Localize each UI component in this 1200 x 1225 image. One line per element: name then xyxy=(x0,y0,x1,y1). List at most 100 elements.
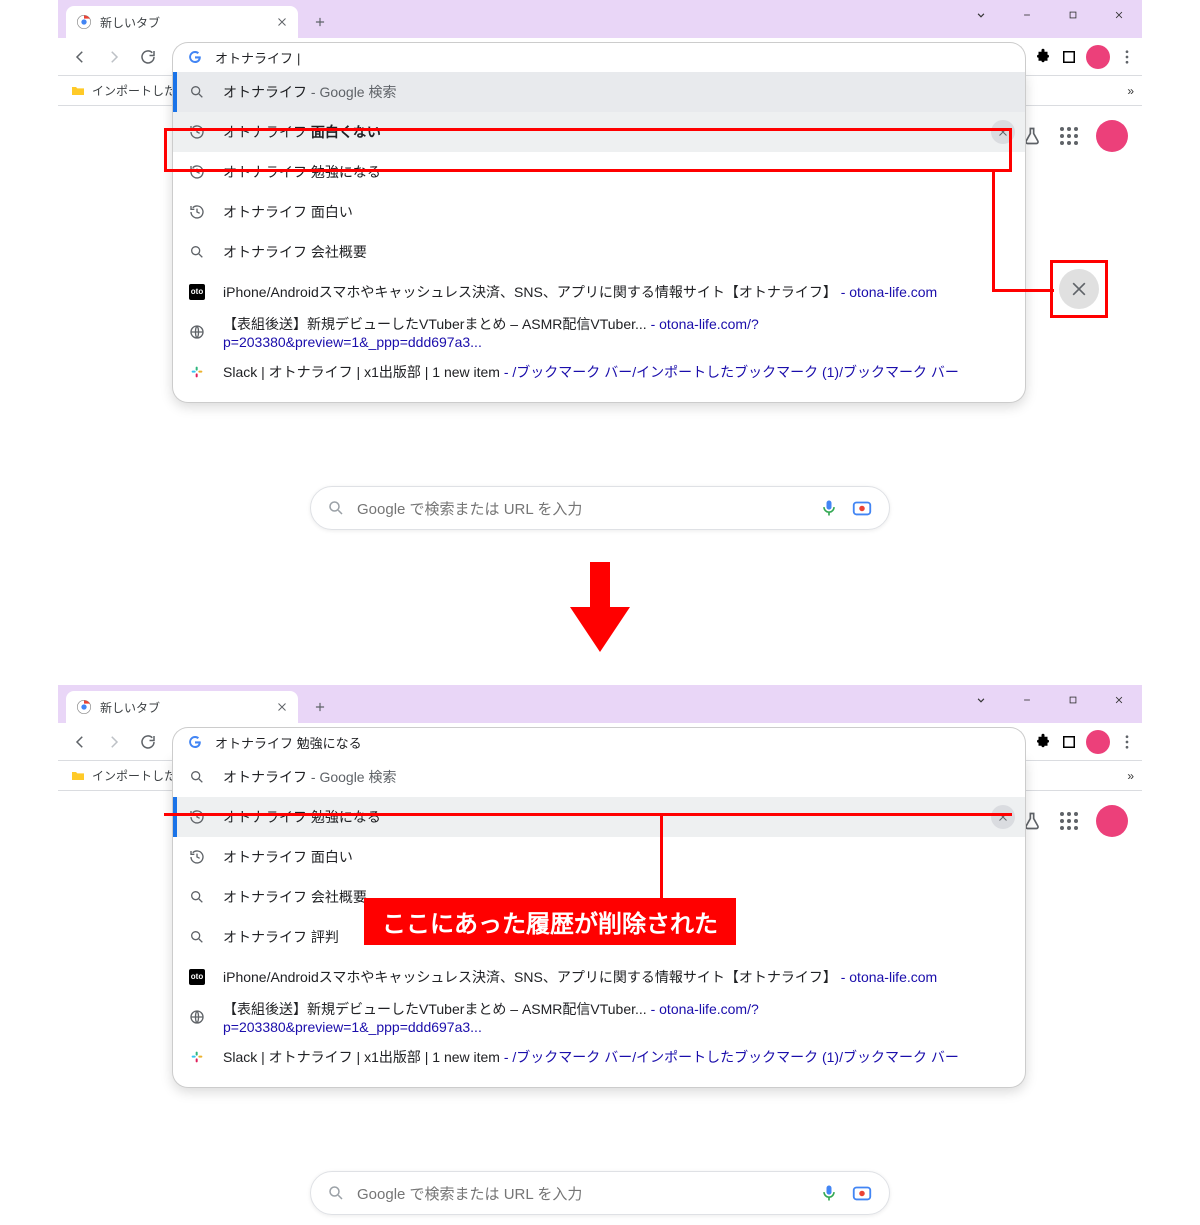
search-icon xyxy=(189,929,205,945)
forward-button[interactable] xyxy=(98,41,130,73)
history-icon xyxy=(189,124,205,140)
down-arrow-annotation xyxy=(570,562,630,657)
omnibox-wrap: オトナライフ オトナライフ - Google 検索 オトナライフ 面白くない オ… xyxy=(172,42,1026,72)
ntp-search-box[interactable]: Google で検索または URL を入力 xyxy=(310,1171,890,1215)
close-icon-zoomed xyxy=(1059,269,1099,309)
close-window-button[interactable] xyxy=(1096,685,1142,715)
site-favicon: oto xyxy=(189,969,205,985)
google-g-icon xyxy=(187,734,203,750)
lens-search-icon[interactable] xyxy=(851,497,873,519)
reload-button[interactable] xyxy=(132,726,164,758)
back-button[interactable] xyxy=(64,41,96,73)
browser-window-after: 新しいタブ オトナライフ 勉強になる オトナライフ - Google 検索 xyxy=(58,685,1142,1219)
browser-tab[interactable]: 新しいタブ xyxy=(66,691,298,723)
history-icon xyxy=(189,164,205,180)
suggestion-bookmark[interactable]: Slack | オトナライフ | x1出版部 | 1 new item - /ブ… xyxy=(173,352,1025,392)
sidepanel-icon[interactable] xyxy=(1060,733,1078,751)
chrome-icon xyxy=(76,699,92,715)
minimize-button[interactable] xyxy=(1004,0,1050,30)
globe-icon xyxy=(189,1009,205,1025)
account-avatar[interactable] xyxy=(1096,805,1128,837)
ntp-search-placeholder: Google で検索または URL を入力 xyxy=(357,498,807,519)
slack-icon xyxy=(189,1049,205,1065)
search-icon xyxy=(189,84,205,100)
history-icon xyxy=(189,204,205,220)
search-icon xyxy=(327,1184,345,1202)
browser-tab[interactable]: 新しいタブ xyxy=(66,6,298,38)
bookmarks-overflow-icon[interactable]: » xyxy=(1127,769,1134,783)
browser-window-before: 新しいタブ オトナライフ オトナライフ - Google 検索 xyxy=(58,0,1142,534)
new-tab-button[interactable] xyxy=(306,8,334,36)
kebab-menu-icon[interactable] xyxy=(1118,733,1136,751)
suggestion-history[interactable]: オトナライフ 面白い xyxy=(173,837,1025,877)
ntp-search-placeholder: Google で検索または URL を入力 xyxy=(357,1183,807,1204)
bookmarks-overflow-icon[interactable]: » xyxy=(1127,84,1134,98)
suggestion-site[interactable]: oto iPhone/Androidスマホやキャッシュレス決済、SNS、アプリに… xyxy=(173,272,1025,312)
ntp-search-box[interactable]: Google で検索または URL を入力 xyxy=(310,486,890,530)
account-avatar[interactable] xyxy=(1096,120,1128,152)
tab-title: 新しいタブ xyxy=(100,699,160,716)
omnibox-value: オトナライフ 勉強になる xyxy=(215,733,362,752)
google-g-icon xyxy=(187,49,203,65)
voice-search-icon[interactable] xyxy=(819,1183,839,1203)
apps-grid-icon[interactable] xyxy=(1060,127,1078,145)
maximize-button[interactable] xyxy=(1050,685,1096,715)
suggestion-bookmark[interactable]: Slack | オトナライフ | x1出版部 | 1 new item - /ブ… xyxy=(173,1037,1025,1077)
chrome-icon xyxy=(76,14,92,30)
annotation-label: ここにあった履歴が削除された xyxy=(364,898,736,945)
ntp-header-right xyxy=(1022,120,1128,152)
maximize-button[interactable] xyxy=(1050,0,1096,30)
minimize-button[interactable] xyxy=(1004,685,1050,715)
titlebar: 新しいタブ xyxy=(58,0,1142,38)
slack-icon xyxy=(189,364,205,380)
sidepanel-icon[interactable] xyxy=(1060,48,1078,66)
suggestions-dropdown: オトナライフ - Google 検索 オトナライフ 面白くない オトナライフ 勉… xyxy=(172,72,1026,403)
annotation-stem xyxy=(660,816,663,898)
reload-button[interactable] xyxy=(132,41,164,73)
close-tab-icon[interactable] xyxy=(276,701,288,713)
toolbar-right xyxy=(1034,45,1136,69)
suggestion-search[interactable]: オトナライフ - Google 検索 xyxy=(173,757,1025,797)
chevron-down-icon[interactable] xyxy=(958,685,1004,715)
address-bar[interactable]: オトナライフ 勉強になる xyxy=(172,727,1026,757)
folder-icon xyxy=(70,83,86,99)
annotation-connector xyxy=(992,172,995,292)
extensions-icon[interactable] xyxy=(1034,733,1052,751)
new-tab-button[interactable] xyxy=(306,693,334,721)
voice-search-icon[interactable] xyxy=(819,498,839,518)
remove-suggestion-button[interactable] xyxy=(991,805,1015,829)
forward-button[interactable] xyxy=(98,726,130,758)
profile-avatar[interactable] xyxy=(1086,730,1110,754)
extensions-icon[interactable] xyxy=(1034,48,1052,66)
profile-avatar[interactable] xyxy=(1086,45,1110,69)
chevron-down-icon[interactable] xyxy=(958,0,1004,30)
globe-icon xyxy=(189,324,205,340)
close-tab-icon[interactable] xyxy=(276,16,288,28)
suggestion-history-highlighted[interactable]: オトナライフ 面白くない xyxy=(173,112,1025,152)
suggestion-site[interactable]: 【表組後送】新規デビューしたVTuberまとめ – ASMR配信VTuber..… xyxy=(173,997,1025,1037)
suggestion-site[interactable]: oto iPhone/Androidスマホやキャッシュレス決済、SNS、アプリに… xyxy=(173,957,1025,997)
apps-grid-icon[interactable] xyxy=(1060,812,1078,830)
omnibox-wrap: オトナライフ 勉強になる オトナライフ - Google 検索 オトナライフ 勉… xyxy=(172,727,1026,757)
lens-search-icon[interactable] xyxy=(851,1182,873,1204)
address-bar[interactable]: オトナライフ xyxy=(172,42,1026,72)
suggestion-history[interactable]: オトナライフ 勉強になる xyxy=(173,152,1025,192)
suggestion-history-highlighted[interactable]: オトナライフ 勉強になる xyxy=(173,797,1025,837)
folder-icon xyxy=(70,768,86,784)
back-button[interactable] xyxy=(64,726,96,758)
annotation-line xyxy=(164,813,1012,816)
suggestion-search[interactable]: オトナライフ - Google 検索 xyxy=(173,72,1025,112)
omnibox-value: オトナライフ xyxy=(215,48,300,67)
close-window-button[interactable] xyxy=(1096,0,1142,30)
ntp-header-right xyxy=(1022,805,1128,837)
navigation-bar: オトナライフ 勉強になる オトナライフ - Google 検索 オトナライフ 勉… xyxy=(58,723,1142,761)
titlebar: 新しいタブ xyxy=(58,685,1142,723)
suggestion-site[interactable]: 【表組後送】新規デビューしたVTuberまとめ – ASMR配信VTuber..… xyxy=(173,312,1025,352)
site-favicon: oto xyxy=(189,284,205,300)
suggestion-search[interactable]: オトナライフ 会社概要 xyxy=(173,232,1025,272)
suggestion-history[interactable]: オトナライフ 面白い xyxy=(173,192,1025,232)
search-icon xyxy=(327,499,345,517)
kebab-menu-icon[interactable] xyxy=(1118,48,1136,66)
tab-title: 新しいタブ xyxy=(100,14,160,31)
remove-suggestion-button[interactable] xyxy=(991,120,1015,144)
